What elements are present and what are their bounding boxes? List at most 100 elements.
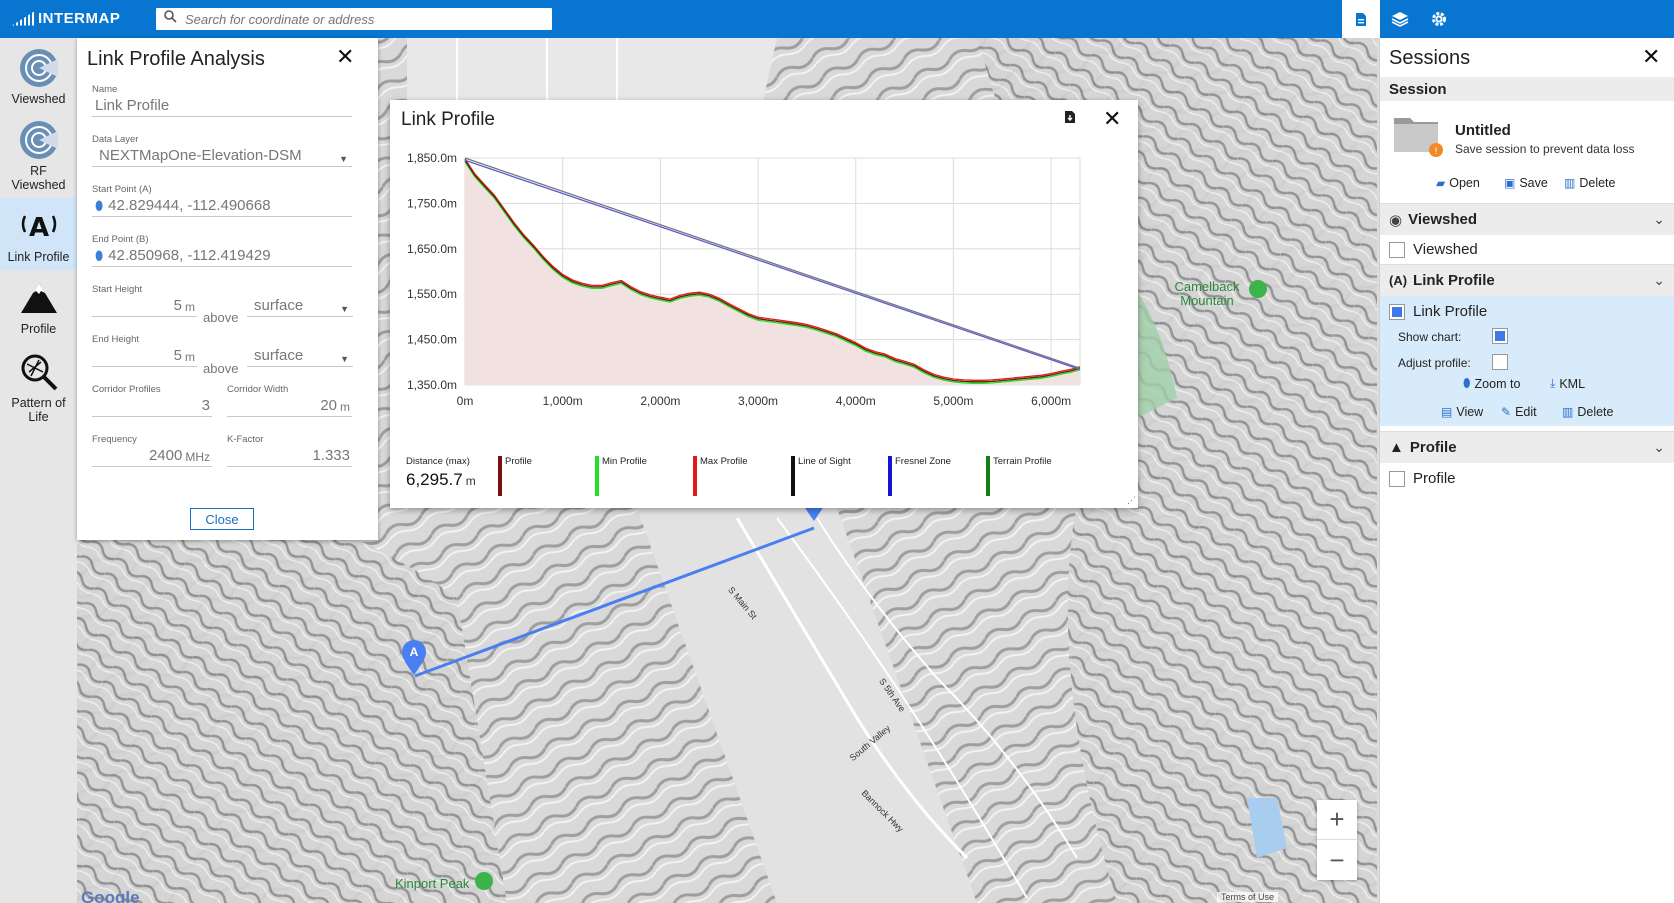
corridor-width-field[interactable]: Corridor Width 20 m: [227, 384, 352, 417]
document-icon: ▤: [1441, 405, 1453, 419]
rf-viewshed-tool[interactable]: RF Viewshed: [0, 118, 77, 192]
link-profile-analysis-panel: Link Profile Analysis ✕ Name Link Profil…: [77, 38, 378, 540]
start-height-field[interactable]: Start Height 5m: [92, 284, 197, 317]
legend-label: Fresnel Zone: [895, 456, 951, 467]
corridor-profiles-field[interactable]: Corridor Profiles 3: [92, 384, 212, 417]
chevron-down-icon: ▼: [340, 304, 349, 314]
x-tick-label: 0m: [457, 394, 474, 408]
start-point-field[interactable]: Start Point (A) ⬮ 42.829444, -112.490668: [92, 184, 352, 217]
profile-checkbox[interactable]: [1389, 470, 1405, 487]
legend-swatch: [791, 456, 795, 496]
link-profile-header[interactable]: (A) Link Profile ⌄: [1380, 264, 1674, 296]
zoom-control: + −: [1317, 800, 1357, 880]
save-button[interactable]: ▣ Save: [1504, 176, 1548, 190]
close-icon[interactable]: ✕: [1103, 108, 1121, 130]
viewshed-header[interactable]: ◉ Viewshed ⌄: [1380, 203, 1674, 235]
viewshed-checkbox[interactable]: [1389, 241, 1405, 258]
viewshed-tool[interactable]: Viewshed: [0, 46, 77, 106]
legend-label: Min Profile: [602, 456, 647, 467]
legend-item[interactable]: Max Profile: [693, 456, 748, 496]
legend-item[interactable]: Min Profile: [595, 456, 647, 496]
end-point-field[interactable]: End Point (B) ⬮ 42.850968, -112.419429: [92, 234, 352, 267]
viewshed-item[interactable]: Viewshed: [1389, 241, 1478, 258]
link-profile-item[interactable]: Link Profile: [1389, 303, 1487, 320]
frequency-field[interactable]: Frequency 2400 MHz: [92, 434, 212, 467]
legend-item[interactable]: Terrain Profile: [986, 456, 1052, 496]
adjust-profile-checkbox[interactable]: [1492, 354, 1508, 370]
search-input[interactable]: [185, 11, 535, 27]
export-icon[interactable]: [1064, 110, 1076, 129]
mountain-icon: [17, 276, 61, 320]
floppy-icon: ▣: [1504, 176, 1516, 190]
profile-item[interactable]: Profile: [1389, 470, 1456, 487]
start-reference-select[interactable]: surface ▼: [247, 284, 353, 317]
elevation-chart: 1,850.0m 1,750.0m 1,650.0m 1,550.0m 1,450.0m…: [407, 151, 1081, 408]
open-button[interactable]: ▰ Open: [1436, 176, 1480, 190]
camelback-marker[interactable]: [1249, 280, 1267, 298]
resize-handle[interactable]: ⋰: [1127, 495, 1136, 506]
zoom-in-button[interactable]: +: [1317, 800, 1357, 840]
antenna-icon: (A): [1389, 273, 1408, 288]
marker-a[interactable]: A: [401, 640, 427, 681]
zoom-out-button[interactable]: −: [1317, 840, 1357, 880]
y-tick-label: 1,550.0m: [407, 287, 457, 301]
profile-tool[interactable]: Profile: [0, 276, 77, 336]
chevron-down-icon: ▼: [340, 354, 349, 364]
close-icon[interactable]: ✕: [1642, 46, 1660, 68]
close-button[interactable]: Close: [190, 508, 254, 530]
search-box[interactable]: [156, 8, 552, 30]
legend-item[interactable]: Fresnel Zone: [888, 456, 951, 496]
legend-label: Profile: [505, 456, 532, 467]
kml-button[interactable]: ⤓ KML: [1550, 376, 1585, 391]
top-bar: INTERMAP: [0, 0, 1674, 38]
end-reference-select[interactable]: surface ▼: [247, 334, 353, 367]
document-icon[interactable]: [1342, 0, 1380, 38]
zoom-to-button[interactable]: ⬮ Zoom to: [1463, 376, 1520, 391]
legend-swatch: [498, 456, 502, 496]
close-icon[interactable]: ✕: [336, 46, 354, 68]
legend-label: Max Profile: [700, 456, 748, 467]
end-height-field[interactable]: End Height 5m: [92, 334, 197, 367]
trash-icon: ▥: [1562, 405, 1574, 419]
x-tick-label: 2,000m: [640, 394, 680, 408]
rf-viewshed-icon: [17, 118, 61, 162]
link-profile-checkbox[interactable]: [1389, 303, 1405, 320]
antenna-icon: A: [17, 204, 61, 248]
profile-header[interactable]: ▲ Profile ⌄: [1380, 431, 1674, 463]
legend-item[interactable]: Line of Sight: [791, 456, 851, 496]
sessions-panel: Sessions ✕ Session ! Untitled Save sessi…: [1379, 38, 1674, 903]
view-button[interactable]: ▤ View: [1441, 405, 1483, 419]
kinport-marker[interactable]: [475, 872, 493, 890]
globe-icon: ◉: [1389, 211, 1403, 229]
legend-label: Terrain Profile: [993, 456, 1052, 467]
start-above-label: above: [203, 310, 239, 325]
delete-button[interactable]: ▥ Delete: [1564, 176, 1615, 190]
legend-item[interactable]: Profile: [498, 456, 532, 496]
trash-icon: ▥: [1564, 176, 1576, 190]
y-tick-label: 1,750.0m: [407, 196, 457, 210]
edit-button[interactable]: ✎ Edit: [1501, 405, 1537, 419]
x-tick-label: 1,000m: [543, 394, 583, 408]
layers-icon[interactable]: [1381, 0, 1419, 38]
legend-swatch: [595, 456, 599, 496]
legend-swatch: [986, 456, 990, 496]
link-profile-tool[interactable]: A Link Profile: [0, 198, 77, 270]
session-folder-icon: !: [1392, 112, 1444, 163]
y-tick-label: 1,350.0m: [407, 378, 457, 392]
session-header: Session: [1380, 77, 1674, 101]
svg-text:A: A: [28, 213, 48, 243]
name-field[interactable]: Name Link Profile: [92, 84, 352, 117]
pattern-of-life-tool[interactable]: Pattern of Life: [0, 350, 77, 424]
location-pin-icon: ⬮: [95, 198, 104, 213]
data-layer-select[interactable]: Data Layer NEXTMapOne-Elevation-DSM ▼: [92, 134, 352, 167]
k-factor-field[interactable]: K-Factor 1.333: [227, 434, 352, 467]
end-above-label: above: [203, 361, 239, 376]
distance-readout: Distance (max) 6,295.7 m: [406, 456, 476, 489]
gear-icon[interactable]: [1420, 0, 1458, 38]
show-chart-checkbox[interactable]: [1492, 328, 1508, 344]
search-icon: [164, 10, 177, 28]
terms-link[interactable]: Terms of Use: [1217, 892, 1279, 902]
sessions-title: Sessions: [1389, 47, 1471, 69]
delete-link-button[interactable]: ▥ Delete: [1562, 405, 1613, 419]
google-logo: Google: [81, 888, 140, 903]
